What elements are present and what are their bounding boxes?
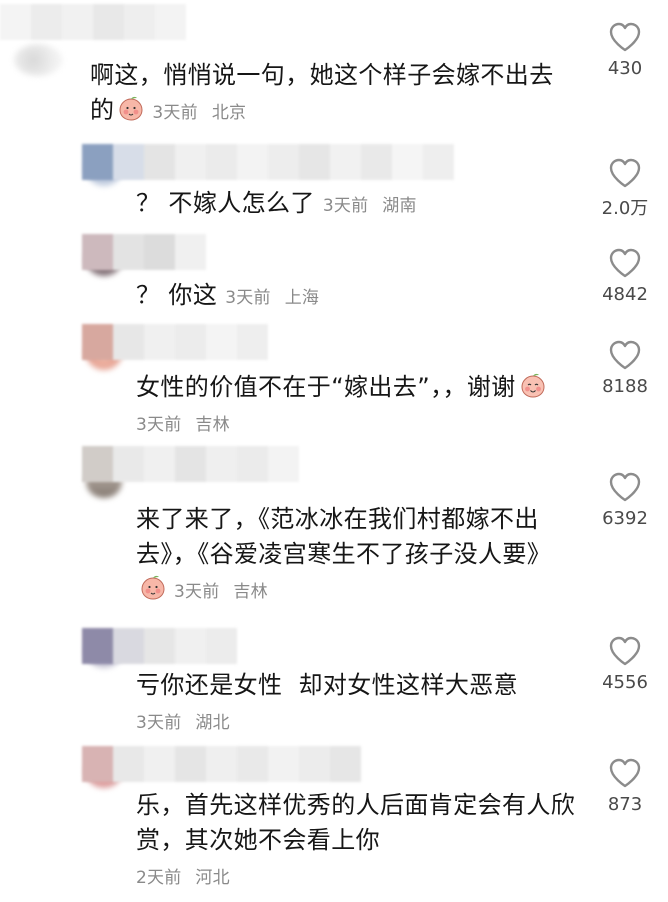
- comment-location: 吉林: [233, 582, 268, 602]
- like-count: 6392: [602, 508, 648, 529]
- comment-text: ？ 你这 3天前 上海: [136, 278, 576, 316]
- username-obscured: [82, 144, 454, 180]
- like-count: 2.0万: [601, 198, 649, 219]
- comment-body: 乐，首先这样优秀的人后面肯定会有人欣赏，其次她不会看上你: [136, 791, 576, 854]
- comment-time: 3天前: [136, 713, 182, 733]
- username-obscured: [82, 446, 299, 482]
- like-button[interactable]: 4842: [600, 248, 650, 305]
- username-obscured: [82, 324, 268, 360]
- comment-meta: 3天前 吉林: [174, 582, 268, 602]
- comment-text: 亏你还是女性 却对女性这样大恶意 3天前 湖北: [136, 668, 576, 741]
- comment-meta: 3天前 吉林: [136, 415, 230, 435]
- username-obscured: [82, 628, 237, 664]
- comment-time: 3天前: [174, 582, 220, 602]
- like-button[interactable]: 873: [600, 758, 650, 815]
- heart-icon: [609, 472, 641, 502]
- comment-time: 3天前: [322, 196, 369, 216]
- comment-meta: 3天前 湖北: [136, 713, 230, 733]
- comment-location: 湖北: [195, 713, 230, 733]
- comment-text: 啊这，悄悄说一句，她这个样子会嫁不出去的 3天前 北京: [90, 58, 560, 131]
- comment-time: 3天前: [225, 288, 271, 308]
- comment-time: 2天前: [136, 868, 182, 888]
- comment-location: 上海: [284, 288, 320, 308]
- comment-text: 女性的价值不在于“嫁出去”，，谢谢 3天前 吉林: [136, 370, 576, 443]
- comment-body: ？ 你这: [136, 281, 218, 309]
- comment-meta: 3天前 湖南: [323, 196, 417, 216]
- like-button[interactable]: 6392: [600, 472, 650, 529]
- comment-body: 女性的价值不在于“嫁出去”，，谢谢: [136, 373, 516, 401]
- username-obscured: [0, 4, 186, 40]
- heart-icon: [609, 248, 641, 278]
- comment-time: 3天前: [152, 103, 198, 123]
- like-count: 873: [607, 794, 643, 815]
- blushing-peach-emoji-icon: [119, 96, 143, 121]
- username-obscured: [82, 746, 361, 782]
- comment-meta: 3天前 上海: [225, 288, 319, 308]
- comment-time: 3天前: [136, 415, 182, 435]
- heart-icon: [609, 758, 641, 788]
- comment-text: ？ 不嫁人怎么了 3天前 湖南: [136, 186, 576, 224]
- like-count: 8188: [602, 376, 648, 397]
- comment-body: 来了来了，《范冰冰在我们村都嫁不出去》，《谷爱凌宫寒生不了孩子没人要》: [136, 505, 552, 568]
- like-button[interactable]: 2.0万: [600, 158, 650, 220]
- smiling-peach-emoji-icon: [521, 373, 545, 398]
- heart-icon: [609, 636, 641, 666]
- heart-icon: [609, 158, 641, 188]
- like-button[interactable]: 430: [600, 22, 650, 79]
- like-count: 4842: [602, 284, 648, 305]
- like-button[interactable]: 8188: [600, 340, 650, 397]
- comment-text: 来了来了，《范冰冰在我们村都嫁不出去》，《谷爱凌宫寒生不了孩子没人要》 3天前 吉林: [136, 502, 576, 610]
- comment-location: 河北: [195, 868, 230, 888]
- like-button[interactable]: 4556: [600, 636, 650, 693]
- like-count: 4556: [602, 672, 648, 693]
- comment-location: 吉林: [195, 415, 230, 435]
- comment-text: 乐，首先这样优秀的人后面肯定会有人欣赏，其次她不会看上你 2天前 河北: [136, 788, 576, 896]
- heart-icon: [609, 340, 641, 370]
- like-count: 430: [607, 58, 643, 79]
- comment-meta: 2天前 河北: [136, 868, 230, 888]
- username-obscured: [82, 234, 206, 270]
- heart-icon: [609, 22, 641, 52]
- comment-location: 湖南: [382, 196, 417, 216]
- avatar[interactable]: [14, 44, 62, 76]
- comment-meta: 3天前 北京: [152, 103, 246, 123]
- blushing-peach-emoji-icon: [141, 575, 165, 600]
- comment-location: 北京: [211, 103, 247, 123]
- comment-body: ？ 不嫁人怎么了: [136, 189, 315, 217]
- comment-body: 亏你还是女性 却对女性这样大恶意: [136, 671, 519, 699]
